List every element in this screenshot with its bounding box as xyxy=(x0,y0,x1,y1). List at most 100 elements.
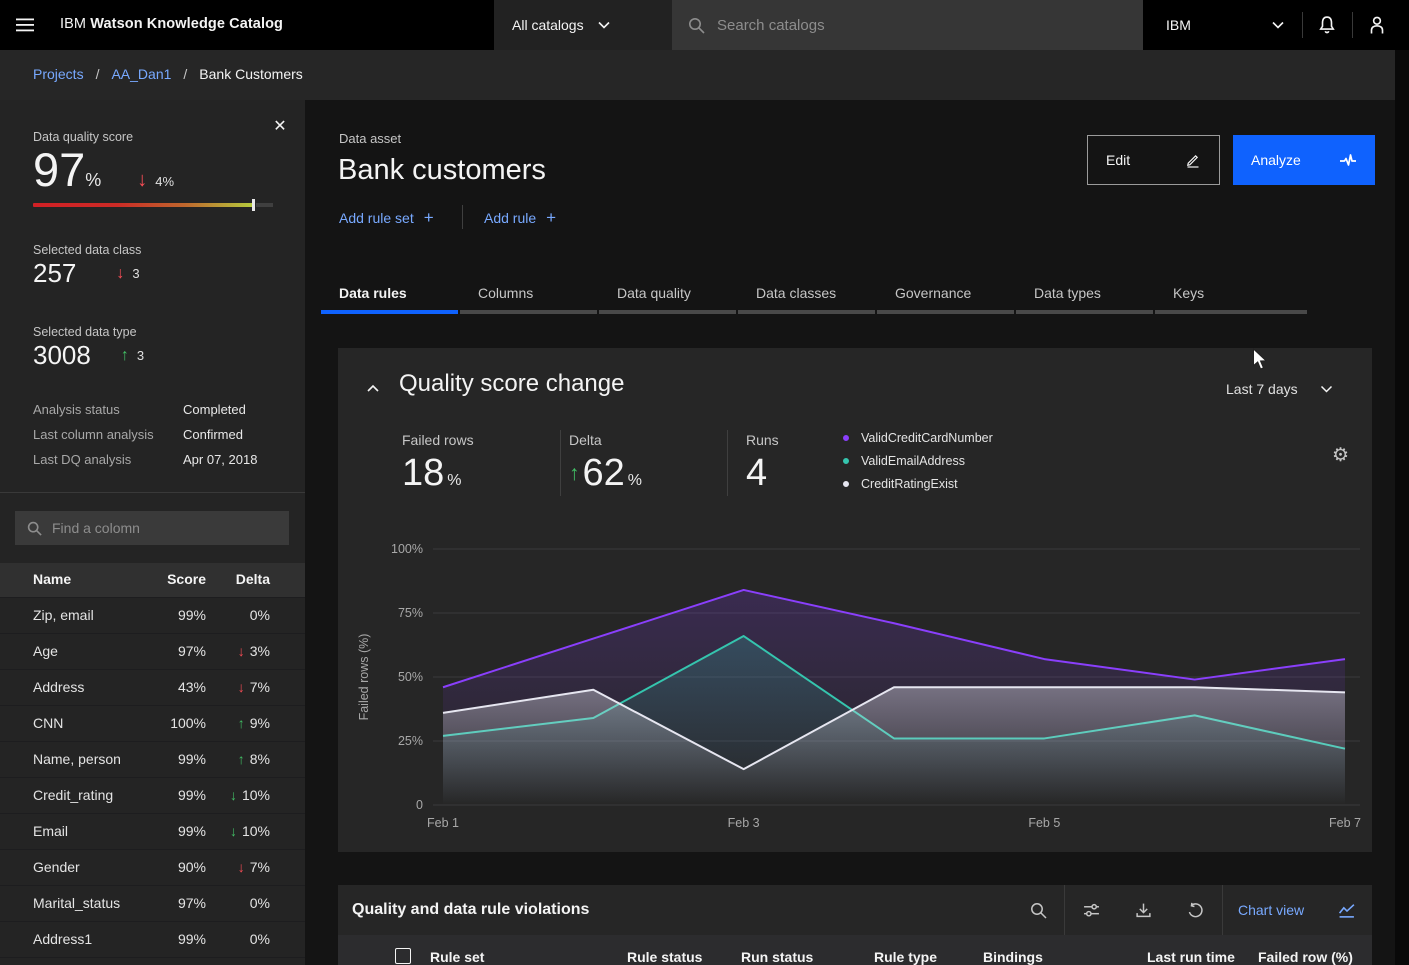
reset-button[interactable] xyxy=(1187,902,1203,918)
plus-icon: + xyxy=(424,208,434,228)
tab-governance[interactable]: Governance xyxy=(877,278,1014,314)
breadcrumb: Projects / AA_Dan1 / Bank Customers xyxy=(33,66,303,82)
breadcrumb-projects-link[interactable]: Projects xyxy=(33,66,84,82)
score-delta-value: 4% xyxy=(155,174,174,189)
score-delta-arrow-icon: ↓ xyxy=(137,169,147,192)
table-row[interactable]: Marital_status97% 0% xyxy=(0,885,305,921)
find-column-input[interactable] xyxy=(52,520,272,536)
rule-violations-card: Quality and data rule violations xyxy=(338,885,1372,965)
search-icon xyxy=(27,521,42,536)
select-all-checkbox[interactable] xyxy=(395,948,411,964)
data-type-value: 3008 ↑ 3 xyxy=(33,340,144,371)
delta-arrow-icon: ↑ xyxy=(238,715,245,731)
table-row[interactable]: Address199% 0% xyxy=(0,921,305,957)
col-run-status[interactable]: Run status xyxy=(741,949,813,965)
search-catalogs-input[interactable] xyxy=(717,17,1097,34)
tab-data-classes[interactable]: Data classes xyxy=(738,278,875,314)
toolbar-divider xyxy=(1222,885,1223,935)
table-search-button[interactable] xyxy=(1030,902,1046,918)
delta-arrow-icon: ↓ xyxy=(230,823,237,839)
svg-text:75%: 75% xyxy=(398,606,423,620)
notifications-button[interactable] xyxy=(1302,0,1352,50)
col-last-run-time[interactable]: Last run time xyxy=(1147,949,1235,965)
svg-text:Feb 5: Feb 5 xyxy=(1028,816,1060,830)
stat-divider xyxy=(560,430,561,496)
col-header-delta[interactable]: Delta xyxy=(196,571,270,587)
date-range-dropdown[interactable]: Last 7 days xyxy=(1226,381,1333,397)
account-dropdown[interactable]: IBM xyxy=(1148,0,1302,50)
edit-pencil-icon xyxy=(1185,152,1201,168)
chart-settings-button[interactable]: ⚙ xyxy=(1332,446,1349,465)
chevron-down-icon xyxy=(598,21,610,29)
reset-refresh-icon xyxy=(1187,902,1204,919)
svg-text:25%: 25% xyxy=(398,734,423,748)
svg-text:100%: 100% xyxy=(391,542,423,556)
link-divider xyxy=(462,205,463,229)
col-bindings[interactable]: Bindings xyxy=(983,949,1043,965)
svg-text:Feb 3: Feb 3 xyxy=(728,816,760,830)
breadcrumb-separator: / xyxy=(183,66,187,82)
settings-adjust-icon xyxy=(1083,902,1100,919)
col-failed-row[interactable]: Failed row (%) xyxy=(1258,949,1353,965)
legend-dot-teal xyxy=(843,458,849,464)
table-row[interactable]: Zip, email99% 0% xyxy=(0,597,305,633)
collapse-section-button[interactable] xyxy=(366,380,380,398)
table-row[interactable]: Age97% ↓3% xyxy=(0,633,305,669)
quality-score-change-card: Quality score change Last 7 days Failed … xyxy=(338,348,1372,852)
quality-score-gradient-bar xyxy=(33,203,255,207)
svg-text:Feb 7: Feb 7 xyxy=(1329,816,1361,830)
table-row[interactable]: Credit_rating99% ↓10% xyxy=(0,777,305,813)
tab-data-types[interactable]: Data types xyxy=(1016,278,1153,314)
catalog-selector-dropdown[interactable]: All catalogs xyxy=(494,0,672,50)
tab-columns[interactable]: Columns xyxy=(460,278,597,314)
col-rule-type[interactable]: Rule type xyxy=(874,949,937,965)
breadcrumb-bar: Projects / AA_Dan1 / Bank Customers xyxy=(0,50,1409,100)
table-row[interactable]: Gender90% ↓7% xyxy=(0,849,305,885)
product-name-text: Watson Knowledge Catalog xyxy=(90,16,283,32)
activity-icon xyxy=(1339,152,1357,168)
download-icon xyxy=(1135,902,1152,919)
chart-view-toggle[interactable]: Chart view xyxy=(1238,902,1304,918)
bell-icon xyxy=(1317,15,1337,35)
analyze-button[interactable]: Analyze xyxy=(1233,135,1375,185)
table-row[interactable]: Email99% ↓10% xyxy=(0,813,305,849)
col-rule-set[interactable]: Rule set xyxy=(430,949,484,965)
download-button[interactable] xyxy=(1135,902,1151,918)
filter-settings-button[interactable] xyxy=(1083,902,1099,918)
table-row[interactable]: Name, person99% ↑8% xyxy=(0,741,305,777)
add-rule-set-link[interactable]: Add rule set+ xyxy=(339,208,434,228)
close-sidebar-button[interactable]: ✕ xyxy=(268,114,292,138)
quality-score-line-chart[interactable]: 100%75%50%25%0Failed rows (%)Feb 1Feb 3F… xyxy=(338,522,1372,852)
data-class-delta-arrow-icon: ↓ xyxy=(116,265,124,283)
chart-view-icon-button[interactable] xyxy=(1338,902,1354,918)
user-icon xyxy=(1367,15,1387,35)
breadcrumb-separator: / xyxy=(96,66,100,82)
user-profile-button[interactable] xyxy=(1352,0,1402,50)
table-row[interactable]: Address43% ↓7% xyxy=(0,669,305,705)
hamburger-menu-button[interactable] xyxy=(0,0,50,50)
column-table-header: Name Score Delta xyxy=(0,563,305,597)
col-rule-status[interactable]: Rule status xyxy=(627,949,702,965)
page-title: Bank customers xyxy=(338,154,546,187)
scrollbar-track[interactable] xyxy=(1395,50,1409,965)
chevron-down-icon xyxy=(1272,21,1284,29)
legend-dot-white xyxy=(843,481,849,487)
tab-data-quality[interactable]: Data quality xyxy=(599,278,736,314)
add-rule-link[interactable]: Add rule+ xyxy=(484,208,556,228)
legend-item[interactable]: ValidCreditCardNumber xyxy=(843,431,993,445)
delta-arrow-icon: ↓ xyxy=(238,859,245,875)
tab-keys[interactable]: Keys xyxy=(1155,278,1307,314)
col-header-name[interactable]: Name xyxy=(33,571,71,587)
col-header-score[interactable]: Score xyxy=(130,571,206,587)
legend-item[interactable]: ValidEmailAddress xyxy=(843,454,993,468)
legend-item[interactable]: CreditRatingExist xyxy=(843,477,993,491)
breadcrumb-project-link[interactable]: AA_Dan1 xyxy=(111,66,171,82)
edit-button[interactable]: Edit xyxy=(1087,135,1220,185)
tab-data-rules[interactable]: Data rules xyxy=(321,278,458,314)
table-row-partial[interactable]: ↑ xyxy=(0,957,305,965)
sidebar-divider xyxy=(0,492,305,493)
plus-icon: + xyxy=(546,208,556,228)
table-row[interactable]: CNN100% ↑9% xyxy=(0,705,305,741)
analysis-status-row: Analysis statusCompleted xyxy=(33,402,283,417)
last-column-analysis-row: Last column analysisConfirmed xyxy=(33,427,283,442)
